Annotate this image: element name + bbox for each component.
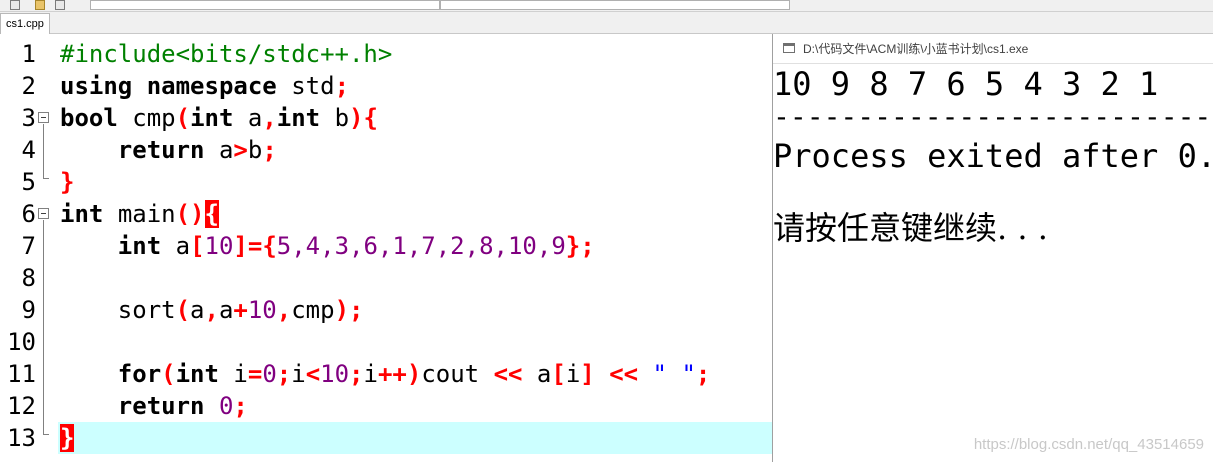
line-number: 6	[21, 200, 36, 228]
code-line-9: sort(a,a+10,cmp);	[117, 296, 364, 324]
line-number: 1	[21, 40, 36, 68]
line-number: 10	[7, 328, 36, 356]
code-editor[interactable]: 1 2 3 4 5 6 7 8 9 10 11 12 13 #include<b…	[0, 34, 772, 462]
console-title: D:\代码文件\ACM训练\小蓝书计划\cs1.exe	[803, 42, 1029, 56]
code-line-1: #include<bits/stdc++.h>	[60, 40, 393, 68]
console-titlebar[interactable]: D:\代码文件\ACM训练\小蓝书计划\cs1.exe	[773, 34, 1213, 64]
member-combo[interactable]	[440, 0, 790, 10]
current-line-highlight	[58, 422, 772, 454]
fold-toggle-icon[interactable]	[38, 208, 49, 219]
line-number: 2	[21, 72, 36, 100]
code-line-3: bool cmp(int a,int b){	[60, 104, 378, 132]
line-number: 9	[21, 296, 36, 324]
code-line-2: using namespace std;	[60, 72, 350, 100]
toolbar	[0, 0, 1213, 12]
console-app-icon	[783, 43, 795, 53]
fold-guide	[43, 220, 44, 434]
code-line-12: return 0;	[117, 392, 248, 420]
line-number: 7	[21, 232, 36, 260]
code-line-11: for(int i=0;i<10;i++)cout << a[i] << " "…	[117, 360, 711, 388]
line-number: 5	[21, 168, 36, 196]
new-file-icon[interactable]	[10, 0, 20, 10]
code-line-13: }	[60, 422, 75, 454]
line-number: 8	[21, 264, 36, 292]
console-output-line: 10 9 8 7 6 5 4 3 2 1	[773, 65, 1159, 103]
line-number: 13	[7, 424, 36, 452]
fold-end	[43, 434, 49, 435]
fold-end	[43, 178, 49, 179]
line-number: 3	[21, 104, 36, 132]
console-separator: --------------------------------	[773, 100, 1213, 133]
line-number: 12	[7, 392, 36, 420]
line-number: 4	[21, 136, 36, 164]
class-combo[interactable]	[90, 0, 440, 10]
console-output: 10 9 8 7 6 5 4 3 2 1 -------------------…	[773, 64, 1213, 462]
console-process-line: Process exited after 0.50	[773, 137, 1213, 175]
watermark: https://blog.csdn.net/qq_43514659	[973, 436, 1204, 453]
editor-tabstrip: cs1.cpp	[0, 12, 1213, 34]
code-line-7: int a[10]={5,4,3,6,1,7,2,8,10,9};	[117, 232, 595, 260]
code-line-6: int main(){	[60, 200, 219, 228]
code-line-5: }	[60, 168, 75, 196]
line-number: 11	[7, 360, 36, 388]
open-folder-icon[interactable]	[35, 0, 45, 10]
tab-cs1-cpp[interactable]: cs1.cpp	[0, 13, 50, 34]
matched-brace: {	[204, 200, 219, 228]
fold-guide	[43, 124, 44, 178]
console-press-key-line: 请按任意键继续. . .	[773, 209, 1048, 247]
matched-brace: }	[60, 424, 75, 452]
console-window[interactable]: D:\代码文件\ACM训练\小蓝书计划\cs1.exe 10 9 8 7 6 5…	[772, 34, 1213, 462]
save-icon[interactable]	[55, 0, 65, 10]
code-line-4: return a>b;	[117, 136, 277, 164]
fold-toggle-icon[interactable]	[38, 112, 49, 123]
